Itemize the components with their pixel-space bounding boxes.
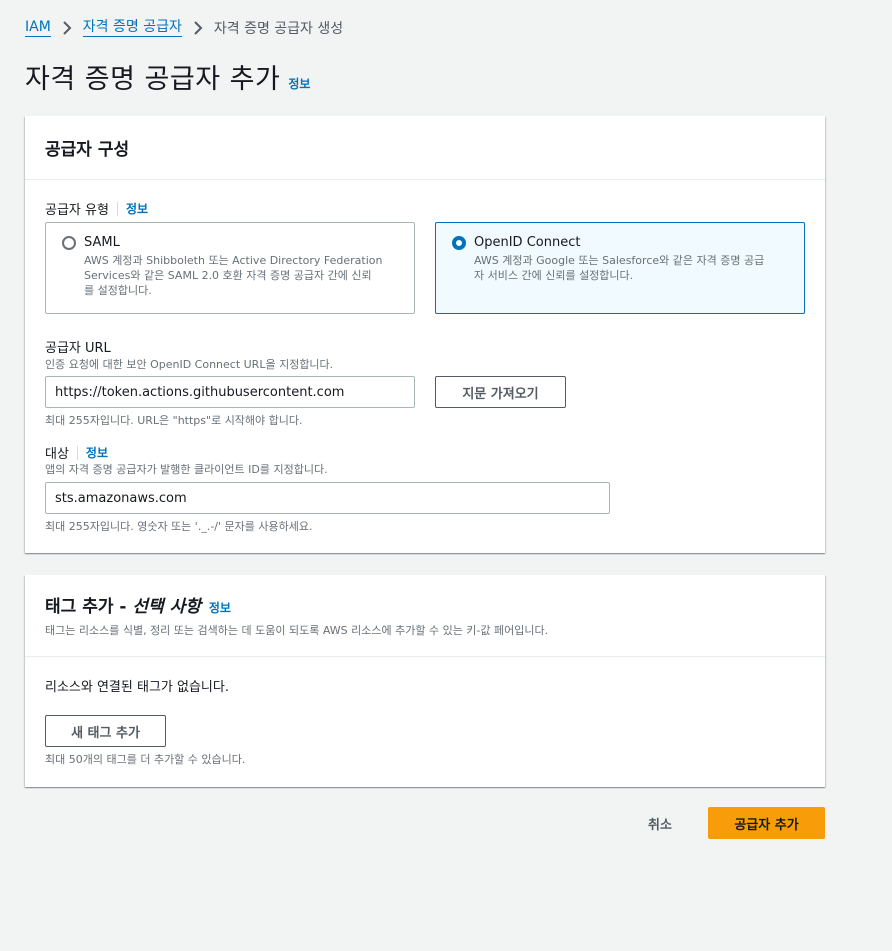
tags-info-link[interactable]: 정보 bbox=[209, 599, 231, 616]
saml-desc-line: AWS 계정과 Shibboleth 또는 Active Directory F… bbox=[84, 254, 383, 267]
breadcrumb: IAM 자격 증명 공급자 자격 증명 공급자 생성 bbox=[25, 18, 343, 38]
page-info-link[interactable]: 정보 bbox=[288, 75, 310, 92]
provider-type-label: 공급자 유형 bbox=[45, 203, 109, 218]
saml-description: AWS 계정과 Shibboleth 또는 Active Directory F… bbox=[84, 253, 400, 298]
provider-config-title: 공급자 구성 bbox=[45, 140, 130, 160]
provider-type-oidc-tile[interactable]: OpenID Connect AWS 계정과 Google 또는 Salesfo… bbox=[435, 222, 805, 314]
oidc-desc-line: AWS 계정과 Google 또는 Salesforce와 같은 자격 증명 공… bbox=[474, 254, 765, 267]
audience-info-link[interactable]: 정보 bbox=[86, 444, 108, 461]
audience-hint: 최대 255자입니다. 영숫자 또는 '._.-/' 문자를 사용하세요. bbox=[45, 520, 313, 533]
tags-title: 태그 추가 - 선택 사항 bbox=[45, 592, 201, 617]
breadcrumb-current: 자격 증명 공급자 생성 bbox=[213, 21, 344, 37]
provider-config-panel: 공급자 구성 공급자 유형 정보 SAML AWS 계정과 Shibboleth… bbox=[25, 116, 825, 553]
divider bbox=[116, 201, 118, 216]
provider-url-description: 인증 요청에 대한 보안 OpenID Connect URL을 지정합니다. bbox=[45, 358, 334, 371]
audience-label-row: 대상 정보 bbox=[45, 443, 108, 462]
add-provider-button[interactable]: 공급자 추가 bbox=[708, 807, 825, 839]
audience-description: 앱의 자격 증명 공급자가 발행한 클라이언트 ID를 지정합니다. bbox=[45, 463, 328, 476]
page-title: 자격 증명 공급자 추가 bbox=[25, 64, 281, 95]
divider bbox=[76, 445, 78, 460]
oidc-title: OpenID Connect bbox=[474, 235, 581, 250]
audience-input[interactable]: sts.amazonaws.com bbox=[45, 482, 610, 514]
tags-description: 태그는 리소스를 식별, 정리 또는 검색하는 데 도움이 되도록 AWS 리소… bbox=[45, 624, 549, 637]
oidc-description: AWS 계정과 Google 또는 Salesforce와 같은 자격 증명 공… bbox=[474, 253, 790, 283]
provider-config-header: 공급자 구성 bbox=[25, 116, 825, 180]
no-tags-text: 리소스와 연결된 태그가 없습니다. bbox=[45, 680, 229, 695]
breadcrumb-identity-providers[interactable]: 자격 증명 공급자 bbox=[82, 19, 182, 37]
audience-label: 대상 bbox=[45, 447, 69, 462]
oidc-desc-line: 자 서비스 간에 신뢰를 설정합니다. bbox=[474, 269, 634, 282]
saml-radio[interactable] bbox=[62, 236, 76, 250]
cancel-button[interactable]: 취소 bbox=[637, 808, 683, 838]
add-tag-button[interactable]: 새 태그 추가 bbox=[45, 715, 166, 747]
saml-desc-line: 를 설정합니다. bbox=[84, 284, 152, 297]
breadcrumb-iam[interactable]: IAM bbox=[25, 19, 51, 37]
provider-type-label-row: 공급자 유형 정보 bbox=[45, 199, 148, 218]
tags-limit-hint: 최대 50개의 태그를 더 추가할 수 있습니다. bbox=[45, 753, 246, 766]
oidc-radio[interactable] bbox=[452, 236, 466, 250]
tags-title-optional: 선택 사항 bbox=[132, 597, 201, 617]
chevron-right-icon bbox=[186, 19, 210, 37]
saml-desc-line: Services와 같은 SAML 2.0 호환 자격 증명 공급자 간에 신뢰 bbox=[84, 269, 372, 282]
provider-type-info-link[interactable]: 정보 bbox=[126, 200, 148, 217]
tags-title-main: 태그 추가 - bbox=[45, 597, 133, 617]
provider-url-input[interactable]: https://token.actions.githubusercontent.… bbox=[45, 376, 415, 408]
provider-type-saml-tile[interactable]: SAML AWS 계정과 Shibboleth 또는 Active Direct… bbox=[45, 222, 415, 314]
saml-title: SAML bbox=[84, 235, 120, 250]
provider-url-hint: 최대 255자입니다. URL은 "https"로 시작해야 합니다. bbox=[45, 414, 303, 427]
tags-title-row: 태그 추가 - 선택 사항 정보 bbox=[45, 592, 805, 617]
tags-panel: 태그 추가 - 선택 사항 정보 태그는 리소스를 식별, 정리 또는 검색하는… bbox=[25, 575, 825, 787]
tags-header: 태그 추가 - 선택 사항 정보 태그는 리소스를 식별, 정리 또는 검색하는… bbox=[25, 575, 825, 657]
get-thumbprint-button[interactable]: 지문 가져오기 bbox=[435, 376, 566, 408]
page-header: 자격 증명 공급자 추가 정보 bbox=[25, 57, 310, 96]
provider-url-label: 공급자 URL bbox=[45, 341, 111, 356]
chevron-right-icon bbox=[55, 19, 79, 37]
